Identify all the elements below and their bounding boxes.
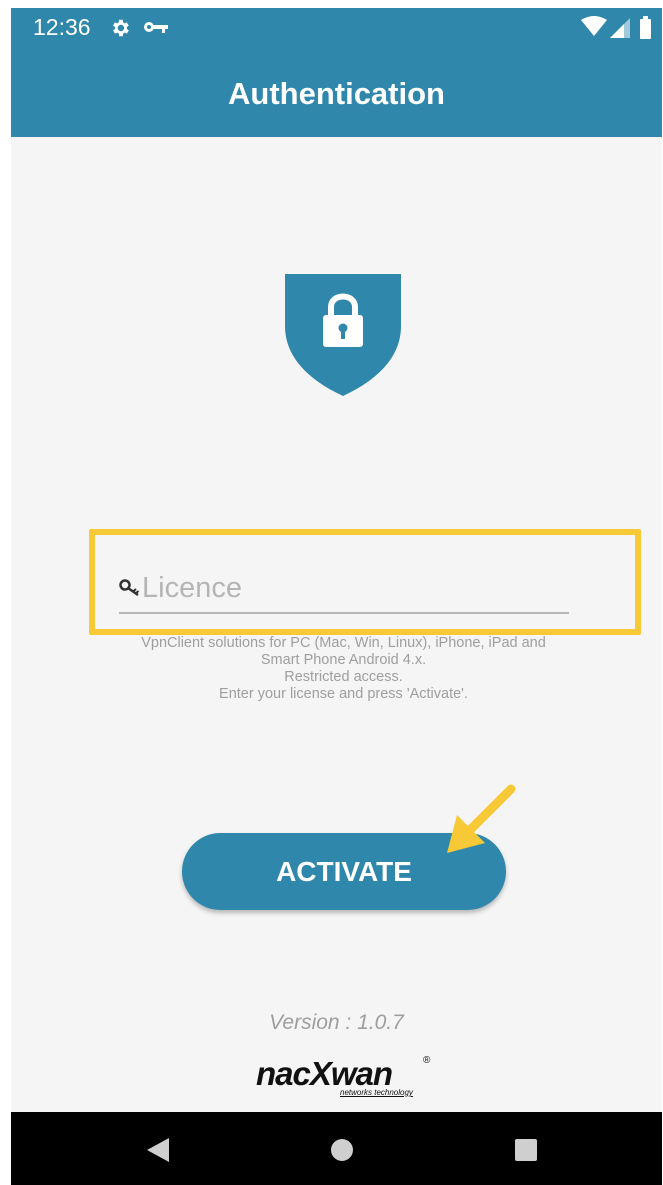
phone-screen: 12:36 Authentication Licence VpnClient s… — [11, 8, 662, 1185]
status-bar: 12:36 — [11, 8, 662, 48]
wifi-icon — [581, 16, 607, 36]
status-time: 12:36 — [33, 14, 91, 40]
page-title: Authentication — [228, 76, 445, 111]
info-text: VpnClient solutions for PC (Mac, Win, Li… — [71, 635, 616, 703]
home-icon[interactable] — [330, 1138, 354, 1162]
app-bar: Authentication — [11, 48, 662, 137]
signal-icon — [610, 18, 630, 38]
status-right-icons — [581, 16, 651, 39]
logo-registered-mark: ® — [423, 1055, 431, 1066]
info-line-3: Restricted access. — [284, 669, 403, 685]
navigation-bar — [11, 1112, 662, 1185]
key-icon — [119, 579, 140, 597]
battery-icon — [640, 16, 651, 39]
logo-subtitle: networks technology — [340, 1088, 413, 1097]
back-icon[interactable] — [145, 1136, 171, 1164]
recents-icon[interactable] — [514, 1138, 538, 1162]
vpn-key-icon — [144, 22, 168, 33]
gear-icon — [113, 19, 129, 37]
info-line-4: Enter your license and press 'Activate'. — [219, 686, 468, 702]
shield-lock-icon — [285, 274, 401, 396]
info-line-2: Smart Phone Android 4.x. — [260, 652, 427, 668]
licence-field[interactable] — [119, 568, 569, 614]
arrow-pointer-icon — [447, 784, 516, 853]
info-line-1: VpnClient solutions for PC (Mac, Win, Li… — [141, 635, 546, 651]
nacxwan-logo: nacXwan ® networks technology — [256, 1055, 441, 1101]
licence-input[interactable] — [142, 568, 562, 608]
version-text: Version : 1.0.7 — [269, 1011, 404, 1034]
